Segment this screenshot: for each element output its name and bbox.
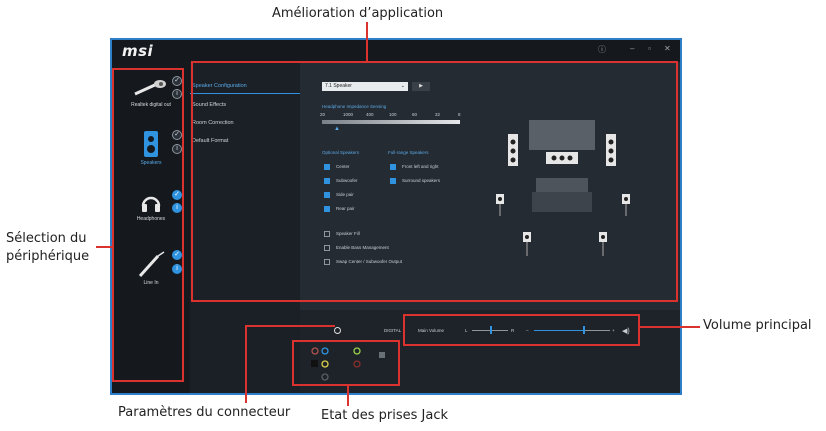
close-icon[interactable]: ✕: [664, 44, 671, 53]
callout-main-volume: Volume principal: [703, 318, 812, 333]
callout-line-connector-h: [245, 325, 335, 327]
callout-device-selection: Sélection du périphérique: [6, 231, 90, 264]
minimize-icon[interactable]: –: [630, 44, 634, 53]
msi-logo: msi: [122, 42, 154, 60]
title-bar: msi ⓘ – ▫ ✕: [112, 40, 680, 62]
device-selection-highlight: [112, 68, 184, 382]
callout-line-app-enhancement: [366, 22, 368, 62]
connector-settings-knob[interactable]: [334, 327, 341, 334]
maximize-icon[interactable]: ▫: [648, 44, 651, 53]
callout-line-device-selection: [96, 246, 112, 248]
callout-jack-status: Etat des prises Jack: [321, 408, 449, 423]
info-icon[interactable]: ⓘ: [598, 44, 606, 55]
main-volume-highlight: [403, 314, 640, 346]
app-enhancement-highlight: [191, 61, 678, 302]
callout-app-enhancement: Amélioration d’application: [272, 6, 444, 21]
callout-connector-settings: Paramètres du connecteur: [118, 405, 291, 420]
jack-status-highlight: [292, 340, 400, 386]
callout-line-main-volume: [640, 326, 700, 328]
digital-label: DIGITAL: [384, 328, 402, 333]
callout-line-jack-status: [347, 386, 349, 406]
callout-line-connector-v: [245, 325, 247, 403]
